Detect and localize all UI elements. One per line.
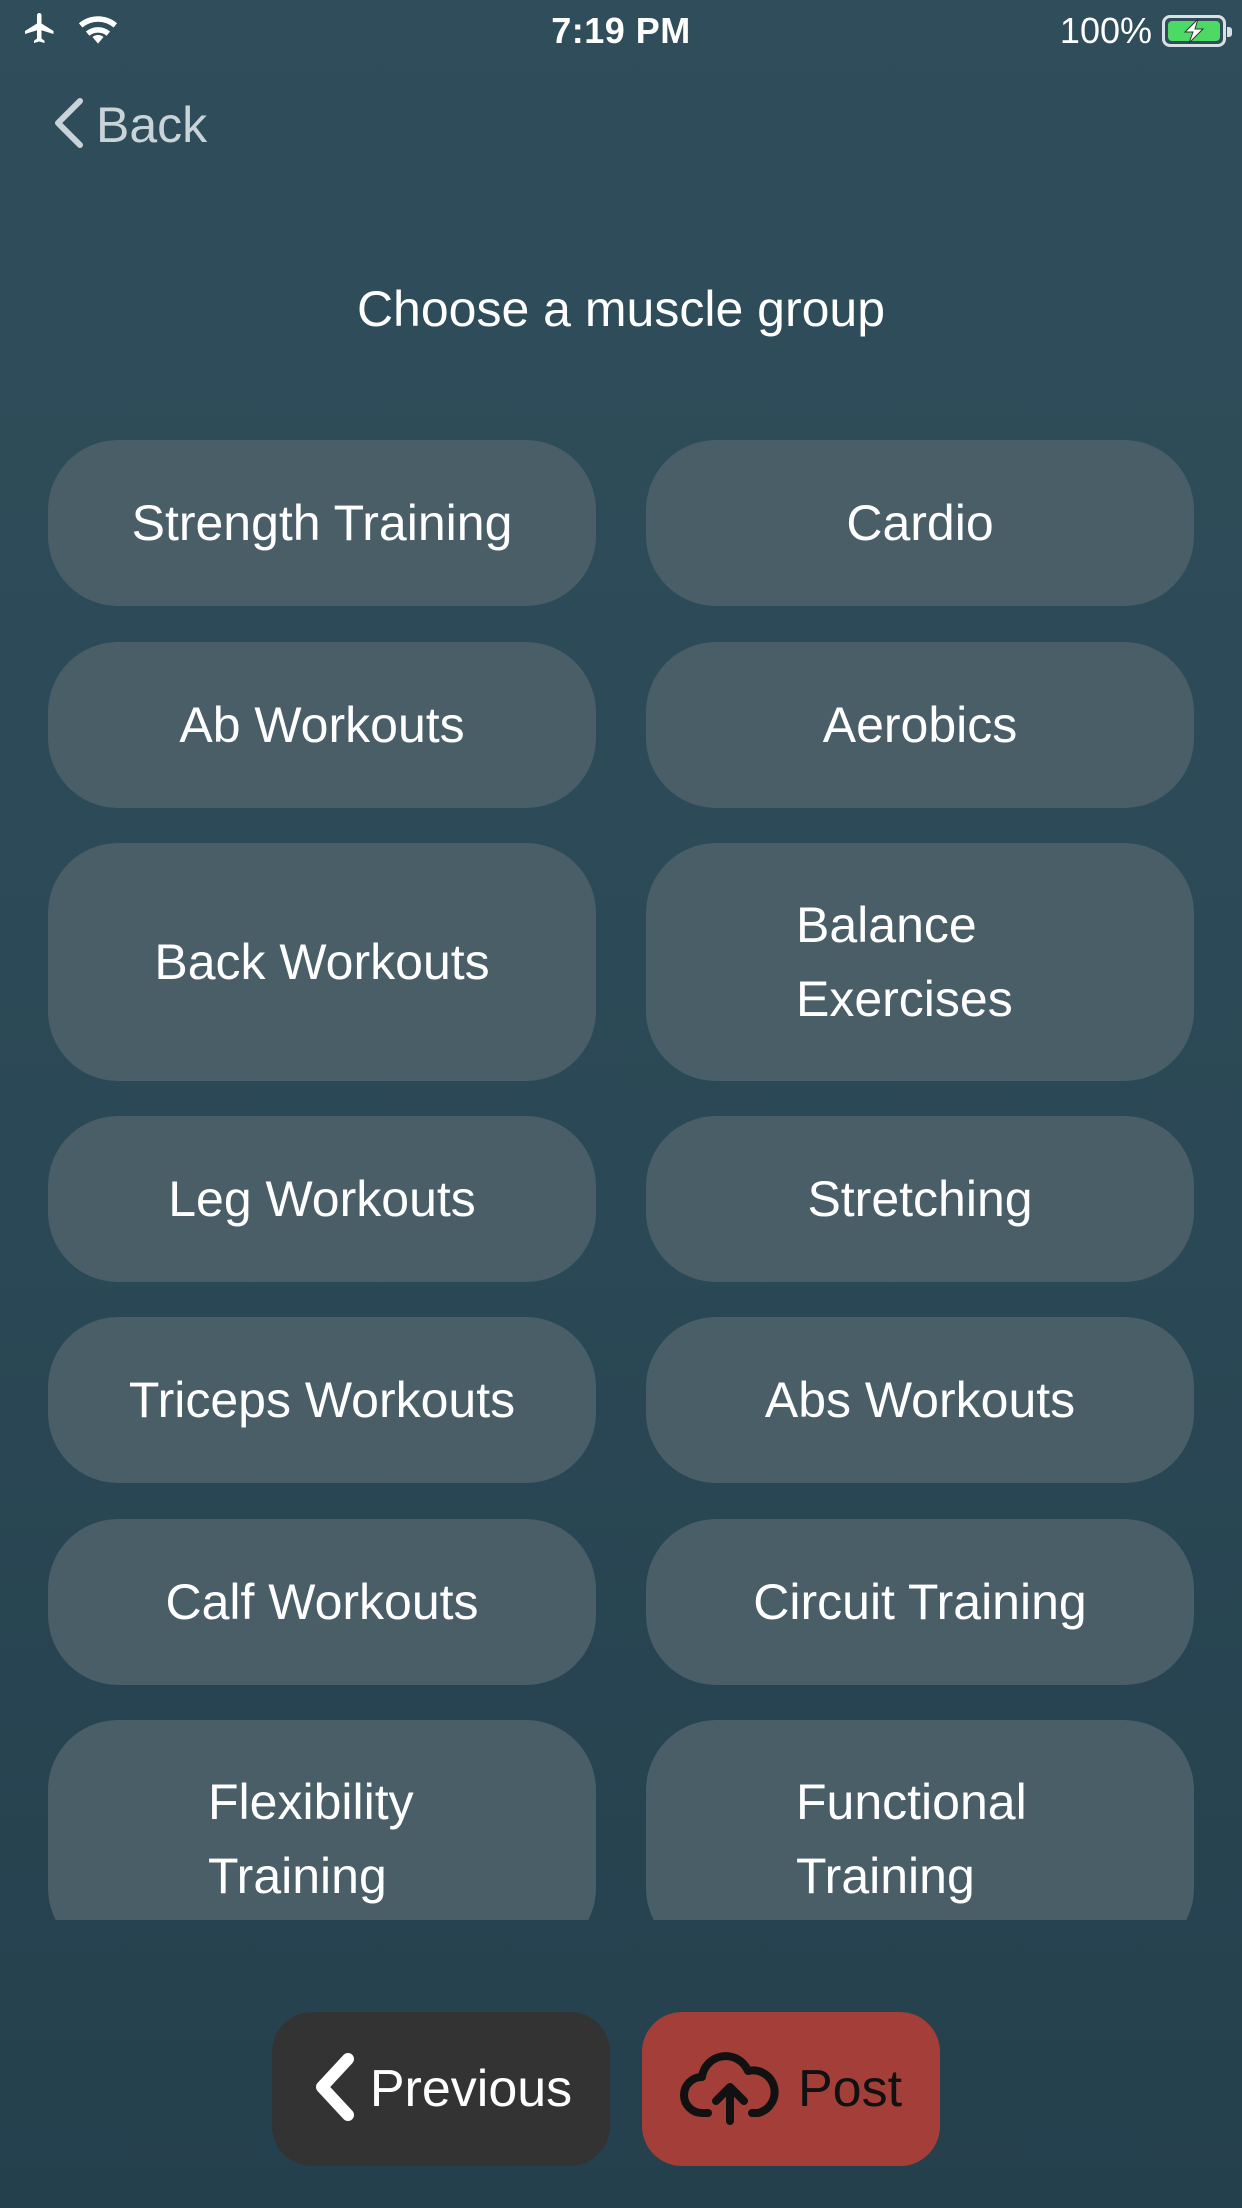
previous-label: Previous xyxy=(369,2060,573,2118)
status-time: 7:19 PM xyxy=(551,10,691,51)
option-strength-training[interactable]: Strength Training xyxy=(48,440,596,606)
option-functional-training[interactable]: Functional Training xyxy=(646,1720,1194,1920)
option-aerobics[interactable]: Aerobics xyxy=(646,642,1194,808)
option-calf-workouts[interactable]: Calf Workouts xyxy=(48,1519,596,1685)
page-title: Choose a muscle group xyxy=(356,281,886,337)
post-label: Post xyxy=(797,2060,903,2118)
chevron-left-icon xyxy=(50,97,86,154)
option-ab-workouts[interactable]: Ab Workouts xyxy=(48,642,596,808)
option-stretching[interactable]: Stretching xyxy=(646,1116,1194,1282)
option-triceps-workouts[interactable]: Triceps Workouts xyxy=(48,1317,596,1483)
status-bar: 7:19 PM 100% xyxy=(0,0,1242,62)
back-label: Back xyxy=(96,97,208,153)
back-button[interactable]: Back xyxy=(50,96,207,154)
previous-button[interactable]: Previous xyxy=(272,2012,610,2166)
option-circuit-training[interactable]: Circuit Training xyxy=(646,1519,1194,1685)
option-back-workouts[interactable]: Back Workouts xyxy=(48,843,596,1081)
option-abs-workouts[interactable]: Abs Workouts xyxy=(646,1317,1194,1483)
status-right: 100% xyxy=(1059,10,1232,52)
chevron-left-icon xyxy=(310,2051,356,2128)
option-flexibility-training[interactable]: Flexibility Training xyxy=(48,1720,596,1920)
battery-charging-icon xyxy=(1162,15,1232,47)
muscle-group-grid: Strength Training Cardio Ab Workouts Aer… xyxy=(48,440,1194,1920)
option-balance-exercises[interactable]: Balance Exercises xyxy=(646,843,1194,1081)
option-leg-workouts[interactable]: Leg Workouts xyxy=(48,1116,596,1282)
option-cardio[interactable]: Cardio xyxy=(646,440,1194,606)
post-button[interactable]: Post xyxy=(642,2012,940,2166)
battery-percent: 100% xyxy=(1059,10,1152,51)
cloud-upload-icon xyxy=(679,2049,780,2130)
